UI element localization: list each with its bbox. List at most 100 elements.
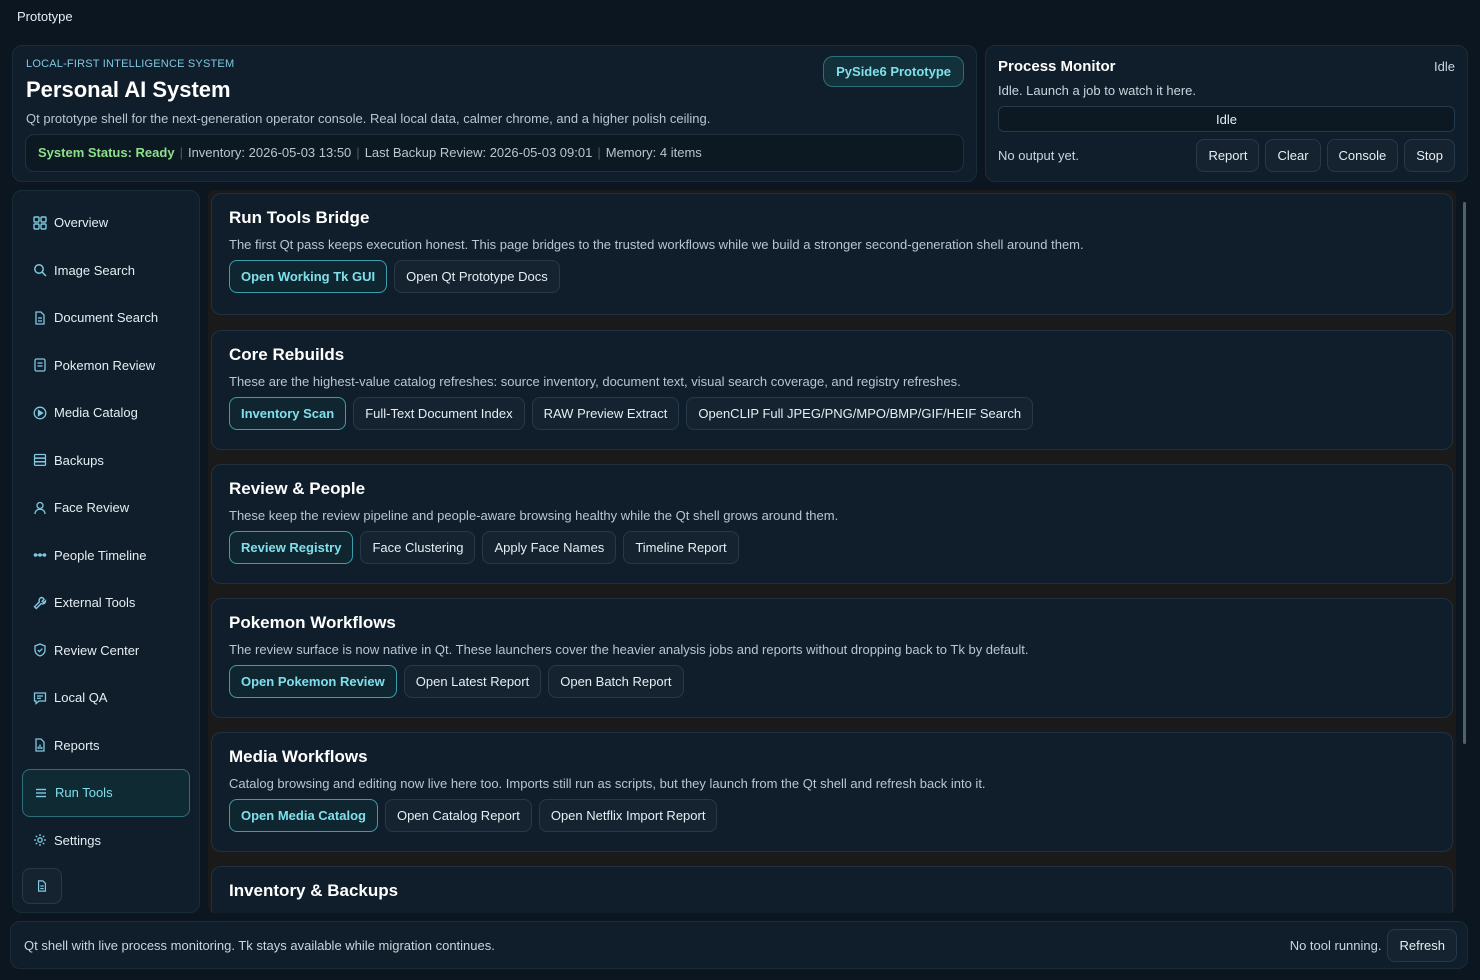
grid-icon (33, 216, 47, 230)
sidebar-item-label: Document Search (54, 310, 159, 326)
sidebar-item-label: People Timeline (54, 547, 147, 563)
sidebar-item-backups[interactable]: Backups (22, 437, 190, 485)
monitor-progress-bar: Idle (998, 106, 1455, 132)
open-pokemon-review-button[interactable]: Open Pokemon Review (229, 665, 397, 698)
inventory-timestamp: Inventory: 2026-05-03 13:50 (187, 145, 352, 160)
openclip-search-button[interactable]: OpenCLIP Full JPEG/PNG/MPO/BMP/GIF/HEIF … (686, 397, 1034, 430)
card-review-people: Review & People These keep the review pi… (211, 464, 1453, 584)
document-icon (36, 880, 48, 892)
open-netflix-import-report-button[interactable]: Open Netflix Import Report (538, 799, 718, 832)
sidebar-item-local-qa[interactable]: Local QA (22, 674, 190, 722)
card-title: Review & People (229, 479, 366, 498)
sidebar-item-image-search[interactable]: Image Search (22, 247, 190, 295)
open-qt-prototype-docs-button[interactable]: Open Qt Prototype Docs (394, 260, 560, 293)
sidebar-item-face-review[interactable]: Face Review (22, 484, 190, 532)
stop-button[interactable]: Stop (1404, 139, 1455, 172)
process-monitor: Process Monitor Idle Idle. Launch a job … (985, 45, 1468, 182)
status-separator: | (356, 145, 360, 160)
prototype-badge: PySide6 Prototype (823, 56, 964, 87)
card-title: Core Rebuilds (229, 345, 345, 364)
sidebar-item-label: Image Search (54, 262, 135, 278)
open-working-tk-gui-button[interactable]: Open Working Tk GUI (229, 260, 388, 293)
database-icon (33, 453, 47, 467)
app-title: Personal AI System (26, 77, 231, 102)
sidebar-item-label: Overview (54, 215, 109, 231)
card-title: Run Tools Bridge (229, 208, 370, 227)
face-clustering-button[interactable]: Face Clustering (360, 531, 476, 564)
card-description: These keep the review pipeline and peopl… (229, 508, 839, 523)
sidebar-item-external-tools[interactable]: External Tools (22, 579, 190, 627)
monitor-output: No output yet. (998, 148, 1079, 163)
monitor-buttons: Report Clear Console Stop (1196, 139, 1455, 172)
card-core-rebuilds: Core Rebuilds These are the highest-valu… (211, 330, 1453, 450)
sidebar-document-button[interactable] (22, 868, 62, 904)
raw-preview-extract-button[interactable]: RAW Preview Extract (531, 397, 680, 430)
sidebar-item-label: Local QA (54, 690, 108, 706)
sidebar-item-label: Reports (54, 737, 100, 753)
full-text-document-index-button[interactable]: Full-Text Document Index (353, 397, 525, 430)
footer-message: Qt shell with live process monitoring. T… (24, 938, 495, 953)
sidebar-item-label: Run Tools (55, 785, 113, 801)
memory-count: Memory: 4 items (605, 145, 702, 160)
card-actions: Open Pokemon Review Open Latest Report O… (229, 665, 1435, 698)
sidebar-item-label: Media Catalog (54, 405, 138, 421)
shield-icon (33, 643, 47, 657)
card-actions: Inventory Scan Full-Text Document Index … (229, 397, 1435, 430)
status-separator: | (597, 145, 601, 160)
sidebar-item-people-timeline[interactable]: People Timeline (22, 532, 190, 580)
window-title: Prototype (0, 0, 1480, 36)
clear-button[interactable]: Clear (1265, 139, 1321, 172)
gear-icon (33, 833, 47, 847)
content-scrollbar[interactable] (1463, 202, 1466, 744)
sidebar-item-reports[interactable]: Reports (22, 722, 190, 770)
card-description: The review surface is now native in Qt. … (229, 642, 1029, 657)
refresh-button[interactable]: Refresh (1387, 929, 1457, 962)
card-description: These are the highest-value catalog refr… (229, 374, 961, 389)
document-icon (33, 311, 47, 325)
sidebar-item-pokemon-review[interactable]: Pokemon Review (22, 342, 190, 390)
open-catalog-report-button[interactable]: Open Catalog Report (384, 799, 532, 832)
card-title: Inventory & Backups (229, 881, 399, 900)
person-icon (33, 501, 47, 515)
sidebar-item-overview[interactable]: Overview (22, 199, 190, 247)
sidebar-item-label: Pokemon Review (54, 357, 156, 373)
card-pokemon-workflows: Pokemon Workflows The review surface is … (211, 598, 1453, 718)
sidebar-item-review-center[interactable]: Review Center (22, 627, 190, 675)
card-icon (33, 358, 47, 372)
monitor-subtitle: Idle. Launch a job to watch it here. (998, 83, 1197, 98)
sidebar-item-label: Face Review (54, 500, 130, 516)
app-subtitle: Qt prototype shell for the next-generati… (26, 111, 711, 126)
inventory-scan-button[interactable]: Inventory Scan (229, 397, 347, 430)
sidebar-item-document-search[interactable]: Document Search (22, 294, 190, 342)
status-separator: | (179, 145, 183, 160)
report-button[interactable]: Report (1196, 139, 1260, 172)
sidebar-item-label: External Tools (54, 595, 136, 611)
timeline-report-button[interactable]: Timeline Report (623, 531, 739, 564)
sidebar-item-label: Backups (54, 452, 104, 468)
card-run-tools-bridge: Run Tools Bridge The first Qt pass keeps… (211, 193, 1453, 315)
open-latest-report-button[interactable]: Open Latest Report (403, 665, 542, 698)
footer-bar: Qt shell with live process monitoring. T… (10, 921, 1468, 969)
card-inventory-backups: Inventory & Backups (211, 866, 1453, 913)
console-button[interactable]: Console (1326, 139, 1399, 172)
card-description: The first Qt pass keeps execution honest… (229, 237, 1084, 252)
sidebar-item-run-tools[interactable]: Run Tools (22, 769, 190, 817)
system-status: System Status: Ready (38, 145, 175, 160)
timeline-icon (33, 548, 47, 562)
review-registry-button[interactable]: Review Registry (229, 531, 354, 564)
card-title: Media Workflows (229, 747, 368, 766)
open-media-catalog-button[interactable]: Open Media Catalog (229, 799, 378, 832)
sidebar-item-label: Settings (54, 832, 101, 848)
open-batch-report-button[interactable]: Open Batch Report (548, 665, 684, 698)
tool-status: No tool running. (1289, 938, 1382, 953)
sidebar-item-settings[interactable]: Settings (22, 817, 190, 865)
sidebar-nav: Overview Image Search Document Search Po… (12, 190, 200, 913)
run-tools-content: Run Tools Bridge The first Qt pass keeps… (208, 190, 1456, 913)
report-icon (33, 738, 47, 752)
backup-timestamp: Last Backup Review: 2026-05-03 09:01 (364, 145, 593, 160)
apply-face-names-button[interactable]: Apply Face Names (482, 531, 617, 564)
card-actions: Review Registry Face Clustering Apply Fa… (229, 531, 1435, 564)
sidebar-item-media-catalog[interactable]: Media Catalog (22, 389, 190, 437)
search-icon (33, 263, 47, 277)
header-panel: LOCAL-FIRST INTELLIGENCE SYSTEM Personal… (12, 45, 977, 182)
